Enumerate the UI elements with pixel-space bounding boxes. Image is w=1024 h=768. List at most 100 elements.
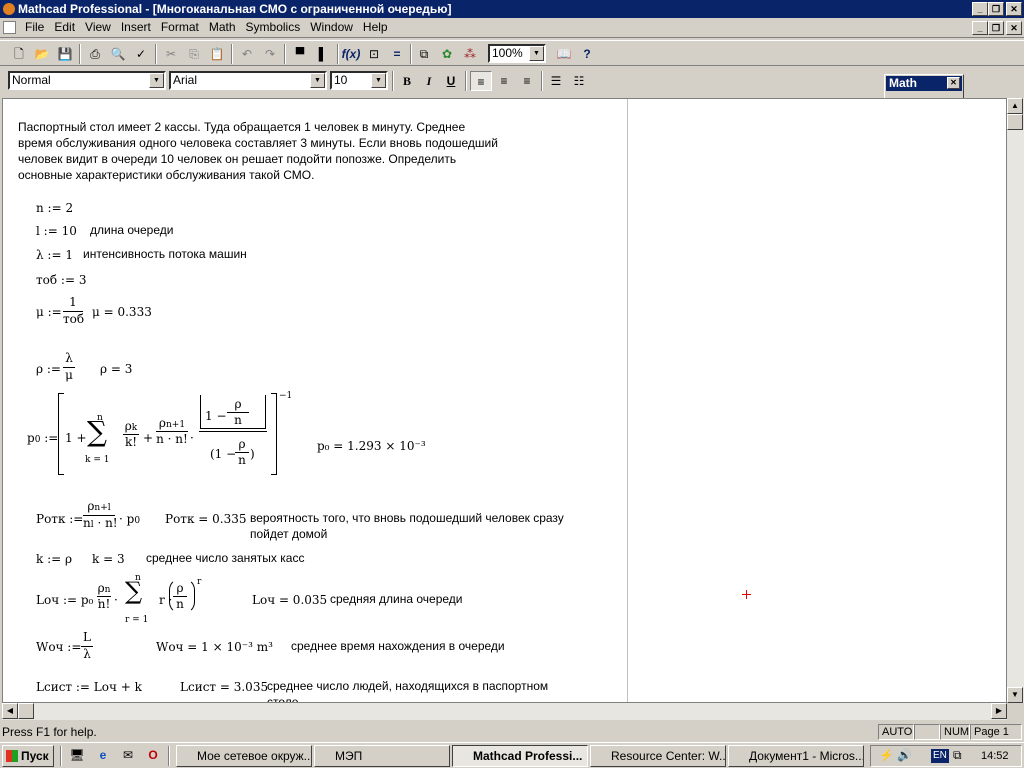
scroll-left-icon[interactable]: ◀ [2,703,18,719]
network-tray-icon[interactable]: ⚡ [879,748,894,762]
def-lsist[interactable]: Lсист := Lоч + k [36,680,142,694]
resource-center-icon[interactable]: 📖 [553,44,575,64]
language-indicator[interactable]: EN [931,749,949,763]
task-word[interactable]: Документ1 - Micros... [728,745,864,767]
res-lsist[interactable]: Lсист = 3.035 [180,680,268,694]
bold-button[interactable]: B [396,71,418,91]
print-icon[interactable]: ⎙ [84,44,106,64]
menu-format[interactable]: Format [156,18,204,37]
menu-window[interactable]: Window [305,18,358,37]
desc-lsist-1[interactable]: среднее число людей, находящихся в паспо… [267,678,548,694]
def-potk[interactable]: Ротк := [36,512,83,526]
resource-icon[interactable]: ✿ [436,44,458,64]
open-icon[interactable]: 📂 [31,44,53,64]
def-mu[interactable]: μ := [36,305,62,319]
minimize-button[interactable]: _ [972,2,988,16]
bullets-button[interactable]: ☰ [545,71,567,91]
start-button[interactable]: Пуск [2,745,54,767]
volume-icon[interactable]: 🔊 [897,748,912,762]
align-down-icon[interactable]: ▌ [312,44,334,64]
res-loch[interactable]: Lоч = 0.035 [252,593,327,607]
help-icon[interactable]: ? [576,44,598,64]
save-icon[interactable]: 💾 [54,44,76,64]
calculate-icon[interactable]: = [386,44,408,64]
menu-symbolics[interactable]: Symbolics [241,18,306,37]
doc-close-button[interactable]: ✕ [1006,21,1022,35]
task-resource-center[interactable]: Resource Center: W... [590,745,726,767]
align-across-icon[interactable]: ▀ [289,44,311,64]
task-network[interactable]: Мое сетевое окруж... [176,745,312,767]
spell-check-icon[interactable]: ✓ [130,44,152,64]
desc-l[interactable]: длина очереди [90,222,173,238]
menu-math[interactable]: Math [204,18,241,37]
menu-file[interactable]: File [20,18,49,37]
align-right-button[interactable]: ≡ [516,71,538,91]
outlook-icon[interactable]: ✉ [117,745,139,765]
scroll-thumb[interactable] [1007,114,1023,130]
network-icon[interactable]: ⁂ [459,44,481,64]
desc-lsist-2[interactable]: столе [267,694,298,702]
scroll-right-icon[interactable]: ▶ [991,703,1007,719]
task-mathcad[interactable]: Mathcad Professi... [452,745,588,767]
scroll-up-icon[interactable]: ▲ [1007,98,1023,114]
res-mu[interactable]: μ = 0.333 [92,305,152,319]
zoom-select[interactable]: 100% ▼ [488,44,546,63]
def-woch[interactable]: Wоч := [36,640,81,654]
palette-close-button[interactable]: ✕ [947,77,960,89]
doc-restore-button[interactable]: ❐ [988,21,1004,35]
menu-help[interactable]: Help [358,18,393,37]
font-size-select[interactable]: 10 ▼ [330,71,388,90]
style-select[interactable]: Normal ▼ [8,71,166,90]
copy-icon[interactable]: ⎘ [183,44,205,64]
menu-view[interactable]: View [80,18,116,37]
res-k[interactable]: k = 3 [92,552,125,566]
res-potk[interactable]: Ротк = 0.335 [165,512,246,526]
component-icon[interactable]: ⧉ [413,44,435,64]
tray-app-icon[interactable]: ⧉ [953,748,962,763]
paste-icon[interactable]: 📋 [206,44,228,64]
insert-function-icon[interactable]: f(x) [340,44,362,64]
print-preview-icon[interactable]: 🔍 [107,44,129,64]
res-woch[interactable]: Wоч = 1 × 10⁻³ m³ [156,640,273,654]
def-tob[interactable]: тоб := 3 [36,273,86,287]
def-loch[interactable]: Lоч := p₀ · [36,593,101,607]
doc-minimize-button[interactable]: _ [972,21,988,35]
close-button[interactable]: ✕ [1006,2,1022,16]
scroll-down-icon[interactable]: ▼ [1007,687,1023,703]
redo-icon[interactable]: ↷ [259,44,281,64]
align-center-button[interactable]: ≡ [493,71,515,91]
desc-loch[interactable]: средняя длина очереди [330,591,463,607]
horizontal-scrollbar[interactable]: ◀ ▶ [2,703,1007,720]
align-left-button[interactable]: ≡ [470,71,492,91]
desc-woch[interactable]: среднее время нахождения в очереди [291,638,505,654]
desc-k[interactable]: среднее число занятых касс [146,550,304,566]
res-rho[interactable]: ρ = 3 [100,362,132,376]
worksheet[interactable]: Паспортный стол имеет 2 кассы. Туда обра… [2,98,1007,703]
desc-potk-2[interactable]: пойдет домой [250,526,327,542]
new-icon[interactable]: 🗋 [8,44,30,64]
cut-icon[interactable]: ✂ [160,44,182,64]
def-rho[interactable]: ρ := [36,362,61,376]
problem-text[interactable]: Паспортный стол имеет 2 кассы. Туда обра… [18,119,498,183]
font-select[interactable]: Arial ▼ [169,71,327,90]
chevron-down-icon[interactable]: ▼ [149,73,164,88]
chevron-down-icon[interactable]: ▼ [371,73,386,88]
doc-icon[interactable] [3,21,16,34]
menu-insert[interactable]: Insert [116,18,156,37]
underline-button[interactable]: U [440,71,462,91]
ie-icon[interactable]: e [92,745,114,765]
desc-potk-1[interactable]: вероятность того, что вновь подошедший ч… [250,510,564,526]
res-p0[interactable]: p₀ = 1.293 × 10⁻³ [317,439,426,453]
desktop-icon[interactable]: 🖥 [66,745,88,765]
def-p0[interactable]: p0 := 1 + n ∑ k = 1 ρk k! + ρn+1 n · n! · … [27,389,297,481]
hscroll-thumb[interactable] [18,703,34,719]
def-n[interactable]: n := 2 [36,201,73,215]
maximize-button[interactable]: ❐ [988,2,1004,16]
def-l[interactable]: l := 10 [36,224,77,238]
desc-lambda[interactable]: интенсивность потока машин [83,246,247,262]
def-k[interactable]: k := ρ [36,552,72,566]
def-lambda[interactable]: λ := 1 [36,248,73,262]
chevron-down-icon[interactable]: ▼ [310,73,325,88]
numbering-button[interactable]: ☷ [568,71,590,91]
opera-icon[interactable]: O [142,745,164,765]
